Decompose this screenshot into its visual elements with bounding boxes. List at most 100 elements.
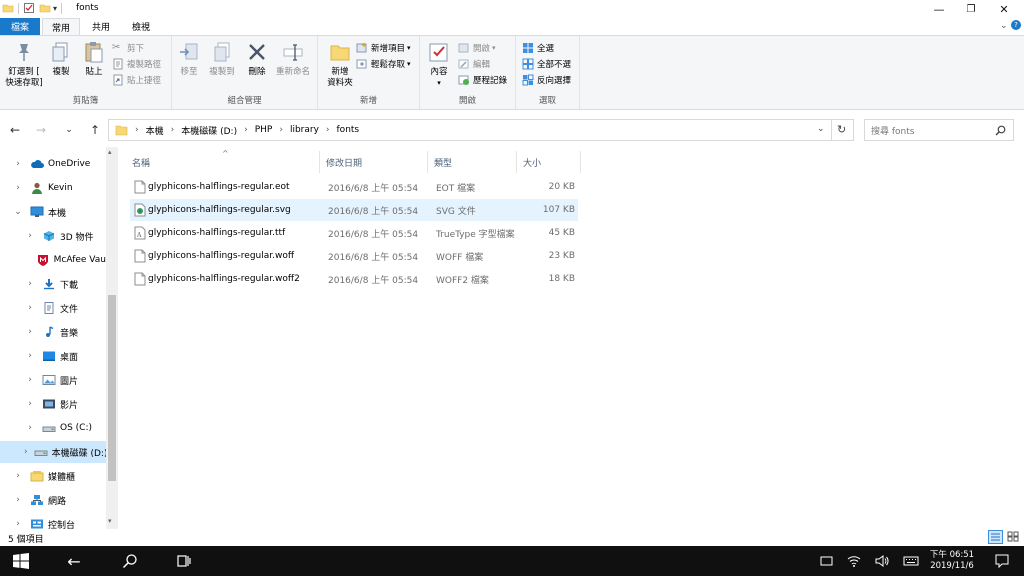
expand-chevron-icon[interactable]: › [12, 183, 24, 193]
forward-button[interactable]: → [32, 121, 50, 139]
close-button[interactable]: ✕ [988, 0, 1020, 18]
nav-item[interactable]: › 網路 [0, 489, 106, 511]
nav-item[interactable]: › 桌面 [0, 345, 106, 367]
scroll-up-icon[interactable]: ▴ [108, 148, 112, 156]
invert-selection-button[interactable]: 反向選擇 [522, 73, 571, 87]
expand-chevron-icon[interactable]: › [24, 351, 36, 361]
breadcrumb-library[interactable]: library [290, 125, 319, 135]
minimize-button[interactable]: — [923, 0, 955, 18]
address-history-dropdown-icon[interactable]: ⌄ [817, 124, 825, 134]
tab-share[interactable]: 共用 [82, 18, 120, 35]
expand-chevron-icon[interactable]: › [12, 471, 24, 481]
help-icon[interactable]: ? [1011, 20, 1021, 30]
nav-item[interactable]: › 媒體櫃 [0, 465, 106, 487]
breadcrumb-this-pc[interactable]: 本機 [146, 124, 164, 137]
breadcrumb-drive-d[interactable]: 本機磁碟 (D:) [181, 124, 237, 137]
nav-item[interactable]: › OS (C:) [0, 417, 106, 439]
wifi-button[interactable] [844, 546, 864, 576]
scroll-down-icon[interactable]: ▾ [108, 517, 112, 525]
tab-file[interactable]: 檔案 [0, 18, 40, 35]
search-taskbar-button[interactable] [112, 546, 148, 576]
properties-button[interactable]: 內容 ▾ [426, 40, 452, 89]
open-button[interactable]: 開啟 ▾ [458, 41, 496, 55]
expand-chevron-icon[interactable]: › [24, 447, 28, 457]
rename-button[interactable]: 重新命名 [272, 40, 314, 78]
keyboard-button[interactable] [900, 546, 922, 576]
column-header-name[interactable]: 名稱 [126, 151, 320, 173]
large-icons-view-button[interactable] [1006, 530, 1021, 544]
refresh-icon[interactable]: ↻ [837, 123, 846, 136]
nav-item[interactable]: › 文件 [0, 297, 106, 319]
cut-button[interactable]: ✂ 剪下 [112, 41, 144, 55]
details-view-button[interactable] [988, 530, 1003, 544]
history-button[interactable]: 歷程記錄 [458, 73, 507, 87]
address-bar[interactable]: › 本機 › 本機磁碟 (D:) › PHP › library › fonts… [108, 119, 854, 141]
volume-button[interactable] [872, 546, 892, 576]
nav-item[interactable]: › 影片 [0, 393, 106, 415]
expand-chevron-icon[interactable]: › [24, 303, 36, 313]
recent-locations-button[interactable]: ⌄ [60, 121, 78, 139]
expand-chevron-icon[interactable]: › [24, 231, 36, 241]
pin-quick-access-button[interactable]: 釘選到 [ 快速存取] [4, 40, 44, 89]
properties-check-icon[interactable] [23, 2, 35, 14]
nav-item[interactable]: ⌄ 本機 [0, 201, 106, 223]
column-header-size[interactable]: 大小 [517, 151, 581, 173]
breadcrumb-fonts[interactable]: fonts [337, 125, 360, 135]
start-button[interactable] [0, 546, 42, 576]
select-none-button[interactable]: 全部不選 [522, 57, 571, 71]
search-box[interactable]: 搜尋 fonts [864, 119, 1014, 141]
tab-view[interactable]: 檢視 [120, 18, 162, 35]
nav-item[interactable]: › OneDrive [0, 153, 106, 175]
delete-button[interactable]: 刪除 [244, 40, 270, 78]
select-all-button[interactable]: 全選 [522, 41, 554, 55]
expand-chevron-icon[interactable]: › [24, 399, 36, 409]
copy-to-button[interactable]: 複製到 [204, 40, 240, 78]
copy-path-button[interactable]: 複製路徑 [112, 57, 161, 71]
clock[interactable]: 下午 06:51 2019/11/6 [926, 546, 978, 576]
copy-button[interactable]: 複製 [46, 40, 76, 78]
nav-item[interactable]: › 圖片 [0, 369, 106, 391]
action-center-button[interactable] [990, 546, 1014, 576]
expand-chevron-icon[interactable]: › [24, 423, 36, 433]
file-row[interactable]: glyphicons-halflings-regular.eot 2016/6/8… [130, 176, 578, 198]
file-row[interactable]: Aglyphicons-halflings-regular.ttf 2016/6/… [130, 222, 578, 244]
new-item-button[interactable]: 新增項目 ▾ [356, 41, 411, 55]
maximize-button[interactable]: ❐ [955, 0, 987, 18]
edit-button[interactable]: 編輯 [458, 57, 490, 71]
expand-chevron-icon[interactable]: › [24, 327, 36, 337]
new-folder-qat-icon[interactable] [39, 2, 51, 14]
file-row[interactable]: glyphicons-halflings-regular.woff2 2016/6… [130, 268, 578, 290]
nav-item[interactable]: › 下載 [0, 273, 106, 295]
nav-item[interactable]: › 音樂 [0, 321, 106, 343]
file-row[interactable]: glyphicons-halflings-regular.woff 2016/6/… [130, 245, 578, 267]
notification-tray-icon[interactable] [816, 546, 836, 576]
nav-pane-scrollbar-thumb[interactable] [108, 295, 116, 481]
expand-chevron-icon[interactable]: › [24, 375, 36, 385]
ribbon-collapse-icon[interactable]: ⌄ [1000, 21, 1008, 31]
nav-item[interactable]: McAfee Vau [0, 249, 106, 271]
new-folder-button[interactable]: 新增 資料夾 [322, 40, 358, 89]
column-header-date[interactable]: 修改日期 [320, 151, 428, 173]
task-view-button[interactable] [166, 546, 202, 576]
up-button[interactable]: ↑ [86, 121, 104, 139]
breadcrumb-php[interactable]: PHP [255, 125, 273, 135]
nav-item[interactable]: › 本機磁碟 (D:) [0, 441, 106, 463]
paste-button[interactable]: 貼上 [78, 40, 110, 78]
tab-home[interactable]: 常用 [42, 18, 80, 35]
expand-chevron-icon[interactable]: › [12, 519, 24, 529]
back-button[interactable]: ← [6, 121, 24, 139]
back-taskbar-button[interactable]: ← [56, 546, 92, 576]
expand-chevron-down-icon[interactable]: ⌄ [12, 207, 24, 217]
paste-shortcut-button[interactable]: 貼上捷徑 [112, 73, 161, 87]
nav-item[interactable]: › 控制台 [0, 513, 106, 529]
nav-item[interactable]: › 3D 物件 [0, 225, 106, 247]
move-to-button[interactable]: 移至 [176, 40, 202, 78]
expand-chevron-icon[interactable]: › [12, 495, 24, 505]
easy-access-button[interactable]: 輕鬆存取 ▾ [356, 57, 411, 71]
expand-chevron-icon[interactable]: › [12, 159, 24, 169]
expand-chevron-icon[interactable]: › [24, 279, 36, 289]
nav-item[interactable]: › Kevin [0, 177, 106, 199]
qat-dropdown-icon[interactable]: ▾ [53, 4, 57, 13]
file-row[interactable]: glyphicons-halflings-regular.svg 2016/6/8… [130, 199, 578, 221]
column-header-type[interactable]: 類型 [428, 151, 517, 173]
